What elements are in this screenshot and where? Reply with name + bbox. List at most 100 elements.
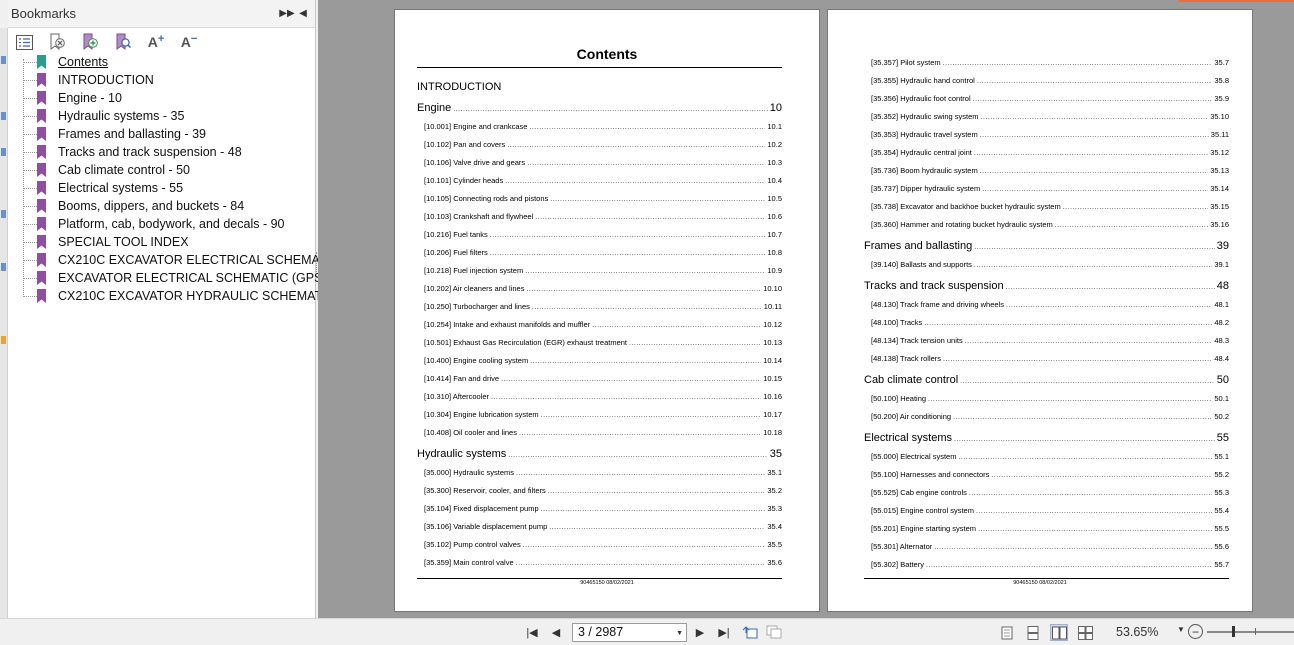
bookmark-item[interactable]: INTRODUCTION xyxy=(16,71,316,89)
strip-marker[interactable] xyxy=(1,112,6,120)
bookmark-item[interactable]: Platform, cab, bodywork, and decals - 90 xyxy=(16,215,316,233)
toc-entry[interactable]: [55.302] Battery 55.7 xyxy=(871,560,1229,570)
toc-entry[interactable]: [35.352] Hydraulic swing system 35.10 xyxy=(871,112,1229,122)
toc-entry[interactable]: [35.356] Hydraulic foot control 35.9 xyxy=(871,94,1229,104)
next-page-button[interactable]: ▶ xyxy=(692,625,708,639)
toc-entry[interactable]: [35.354] Hydraulic central joint 35.12 xyxy=(871,148,1229,158)
toc-entry[interactable]: [10.218] Fuel injection system 10.9 xyxy=(424,266,782,276)
toc-entry[interactable]: [48.130] Track frame and driving wheels 4… xyxy=(871,300,1229,310)
toc-entry[interactable]: [50.200] Air conditioning 50.2 xyxy=(871,412,1229,422)
toc-entry[interactable]: [55.201] Engine starting system 55.5 xyxy=(871,524,1229,534)
toc-entry[interactable]: [35.106] Variable displacement pump 35.4 xyxy=(424,522,782,532)
toc-entry[interactable]: [10.501] Exhaust Gas Recirculation (EGR)… xyxy=(424,338,782,348)
zoom-slider-thumb[interactable] xyxy=(1232,626,1235,637)
strip-marker[interactable] xyxy=(1,336,6,344)
toc-entry[interactable]: [10.408] Oil cooler and lines 10.18 xyxy=(424,428,782,438)
zoom-out-button[interactable]: − xyxy=(1188,624,1203,639)
toc-entry[interactable]: [55.301] Alternator 55.6 xyxy=(871,542,1229,552)
toc-entry[interactable]: [35.737] Dipper hydraulic system 35.14 xyxy=(871,184,1229,194)
toc-section-entry[interactable]: Tracks and track suspension 48 xyxy=(864,280,1229,294)
bookmark-item[interactable]: Hydraulic systems - 35 xyxy=(16,107,316,125)
decrease-text-button[interactable]: A − xyxy=(179,32,199,52)
continuous-facing-view-button[interactable] xyxy=(1076,624,1094,641)
bookmark-item[interactable]: EXCAVATOR ELECTRICAL SCHEMATIC (GPS) xyxy=(16,269,327,287)
single-page-view-button[interactable] xyxy=(998,624,1016,641)
toc-section-entry[interactable]: Engine 10 xyxy=(417,102,782,116)
toc-entry[interactable]: [10.414] Fan and drive 10.15 xyxy=(424,374,782,384)
increase-text-button[interactable]: A + xyxy=(146,32,166,52)
toc-entry[interactable]: [35.000] Hydraulic systems 35.1 xyxy=(424,468,782,478)
toc-entry[interactable]: [35.300] Reservoir, cooler, and filters 3… xyxy=(424,486,782,496)
zoom-dropdown-icon[interactable]: ▼ xyxy=(1177,625,1185,634)
continuous-view-button[interactable] xyxy=(1024,624,1042,641)
toc-intro[interactable]: INTRODUCTION xyxy=(417,81,501,93)
toc-entry[interactable]: [10.206] Fuel filters 10.8 xyxy=(424,248,782,258)
strip-marker[interactable] xyxy=(1,56,6,64)
double-chevron-right-icon[interactable]: ▶▶ xyxy=(279,8,295,19)
toc-entry[interactable]: [55.000] Electrical system 55.1 xyxy=(871,452,1229,462)
toc-entry[interactable]: [35.738] Excavator and backhoe bucket hy… xyxy=(871,202,1229,212)
bookmark-item[interactable]: Tracks and track suspension - 48 xyxy=(16,143,316,161)
chevron-down-icon[interactable]: ▼ xyxy=(676,625,683,642)
toc-entry[interactable]: [39.140] Ballasts and supports 39.1 xyxy=(871,260,1229,270)
toc-entry[interactable]: [10.001] Engine and crankcase 10.1 xyxy=(424,122,782,132)
toc-section-entry[interactable]: Cab climate control 50 xyxy=(864,374,1229,388)
bookmark-item[interactable]: Engine - 10 xyxy=(16,89,316,107)
toc-entry[interactable]: [10.103] Crankshaft and flywheel 10.6 xyxy=(424,212,782,222)
delete-bookmark-button[interactable] xyxy=(47,32,67,52)
toc-entry[interactable]: [35.353] Hydraulic travel system 35.11 xyxy=(871,130,1229,140)
bookmark-item[interactable]: CX210C EXCAVATOR HYDRAULIC SCHEMATIC xyxy=(16,287,335,305)
toc-entry[interactable]: [10.304] Engine lubrication system 10.17 xyxy=(424,410,782,420)
previous-page-button[interactable]: ◀ xyxy=(548,625,564,639)
last-page-button[interactable]: ▶| xyxy=(716,625,732,639)
toc-section-entry[interactable]: Frames and ballasting 39 xyxy=(864,240,1229,254)
expand-options-button[interactable] xyxy=(14,32,34,52)
toc-entry[interactable]: [35.736] Boom hydraulic system 35.13 xyxy=(871,166,1229,176)
document-viewport[interactable]: Contents INTRODUCTION Engine 10 [10.001] E… xyxy=(318,0,1294,618)
toc-entry[interactable]: [10.216] Fuel tanks 10.7 xyxy=(424,230,782,240)
bookmark-item[interactable]: Cab climate control - 50 xyxy=(16,161,316,179)
toc-entry[interactable]: [10.310] Aftercooler 10.16 xyxy=(424,392,782,402)
next-view-button[interactable] xyxy=(766,625,782,639)
toc-entry[interactable]: [35.359] Main control valve 35.6 xyxy=(424,558,782,568)
bookmark-item[interactable]: Booms, dippers, and buckets - 84 xyxy=(16,197,316,215)
bookmark-item[interactable]: Contents xyxy=(16,53,316,71)
zoom-level[interactable]: 53.65% xyxy=(1116,625,1158,639)
first-page-button[interactable]: |◀ xyxy=(524,625,540,639)
bookmark-item[interactable]: Electrical systems - 55 xyxy=(16,179,316,197)
toc-entry[interactable]: [35.355] Hydraulic hand control 35.8 xyxy=(871,76,1229,86)
toc-entry[interactable]: [10.202] Air cleaners and lines 10.10 xyxy=(424,284,782,294)
previous-view-button[interactable] xyxy=(742,625,758,639)
zoom-slider[interactable] xyxy=(1207,626,1294,637)
strip-marker[interactable] xyxy=(1,148,6,156)
toc-section-entry[interactable]: Hydraulic systems 35 xyxy=(417,448,782,462)
strip-marker[interactable] xyxy=(1,263,6,271)
bookmark-item[interactable]: Frames and ballasting - 39 xyxy=(16,125,316,143)
add-bookmark-button[interactable] xyxy=(80,32,100,52)
toc-entry[interactable]: [35.104] Fixed displacement pump 35.3 xyxy=(424,504,782,514)
toc-entry[interactable]: [10.105] Connecting rods and pistons 10.5 xyxy=(424,194,782,204)
toc-entry[interactable]: [10.254] Intake and exhaust manifolds an… xyxy=(424,320,782,330)
toc-entry[interactable]: [35.360] Hammer and rotating bucket hydr… xyxy=(871,220,1229,230)
toc-entry[interactable]: [10.101] Cylinder heads 10.4 xyxy=(424,176,782,186)
bookmark-item[interactable]: SPECIAL TOOL INDEX xyxy=(16,233,316,251)
toc-entry[interactable]: [50.100] Heating 50.1 xyxy=(871,394,1229,404)
toc-entry[interactable]: [55.100] Harnesses and connectors 55.2 xyxy=(871,470,1229,480)
toc-entry[interactable]: [48.138] Track rollers 48.4 xyxy=(871,354,1229,364)
toc-section-entry[interactable]: Electrical systems 55 xyxy=(864,432,1229,446)
strip-marker[interactable] xyxy=(1,210,6,218)
toc-entry[interactable]: [55.015] Engine control system 55.4 xyxy=(871,506,1229,516)
toc-entry[interactable]: [35.102] Pump control valves 35.5 xyxy=(424,540,782,550)
page-number-field[interactable]: 3 / 2987 ▼ xyxy=(572,623,687,642)
find-bookmark-button[interactable] xyxy=(113,32,133,52)
toc-entry[interactable]: [48.100] Tracks 48.2 xyxy=(871,318,1229,328)
toc-entry[interactable]: [35.357] Pilot system 35.7 xyxy=(871,58,1229,68)
toc-entry[interactable]: [48.134] Track tension units 48.3 xyxy=(871,336,1229,346)
bookmark-item[interactable]: CX210C EXCAVATOR ELECTRICAL SCHEMATIC xyxy=(16,251,339,269)
facing-view-button[interactable] xyxy=(1050,624,1068,641)
toc-entry[interactable]: [10.250] Turbocharger and lines 10.11 xyxy=(424,302,782,312)
toc-entry[interactable]: [10.102] Pan and covers 10.2 xyxy=(424,140,782,150)
triangle-left-icon[interactable]: ◀ xyxy=(295,8,311,19)
toc-entry[interactable]: [55.525] Cab engine controls 55.3 xyxy=(871,488,1229,498)
toc-entry[interactable]: [10.106] Valve drive and gears 10.3 xyxy=(424,158,782,168)
